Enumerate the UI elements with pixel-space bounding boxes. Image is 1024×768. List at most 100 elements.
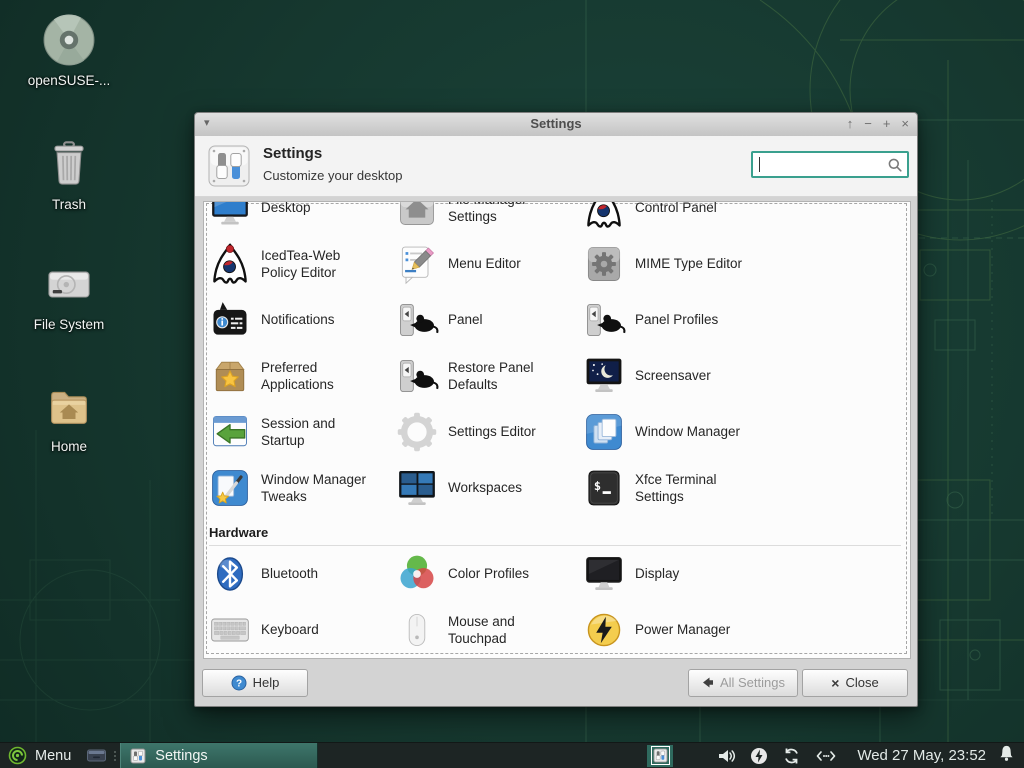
- power-manager-tray-icon[interactable]: [750, 747, 768, 765]
- settings-item-window-manager-tweaks[interactable]: Window Manager Tweaks: [204, 460, 391, 516]
- terminal-icon: [582, 466, 626, 510]
- file-manager-home-icon: [395, 201, 439, 230]
- search-icon: [888, 158, 902, 172]
- help-button[interactable]: ? Help: [202, 668, 308, 697]
- trash-can-icon: [54, 141, 84, 185]
- settings-item-panel-profiles[interactable]: Panel Profiles: [578, 292, 765, 348]
- window-title: Settings: [530, 116, 582, 131]
- hard-drive-icon: [48, 271, 90, 298]
- notifications-bell-icon[interactable]: [998, 744, 1015, 762]
- notification-bubble-icon: [208, 298, 252, 342]
- settings-item-desktop[interactable]: Desktop: [204, 201, 391, 236]
- screen: $: [0, 0, 1024, 768]
- all-settings-button[interactable]: All Settings: [687, 668, 798, 697]
- power-bolt-icon: [582, 608, 626, 652]
- opensuse-geeko-icon: [8, 746, 27, 765]
- settings-item-xfce-terminal-settings[interactable]: Xfce Terminal Settings: [578, 460, 765, 516]
- personal-settings-grid: Desktop File Manager Settings Control Pa…: [204, 201, 910, 516]
- mime-gear-icon: [582, 242, 626, 286]
- settings-item-panel[interactable]: Panel: [391, 292, 578, 348]
- file-manager-icon: [86, 749, 106, 762]
- arrow-left-icon: [702, 677, 713, 688]
- window-titlebar[interactable]: ▾ Settings ↑ − + ×: [195, 113, 917, 137]
- session-arrow-icon: [208, 410, 252, 454]
- settings-item-preferred-applications[interactable]: Preferred Applications: [204, 348, 391, 404]
- screensaver-moon-icon: [582, 354, 626, 398]
- volume-icon[interactable]: [717, 747, 736, 765]
- settings-item-keyboard[interactable]: Keyboard: [204, 602, 391, 658]
- settings-item-menu-editor[interactable]: Menu Editor: [391, 236, 578, 292]
- desktop-icon-label: Home: [50, 439, 87, 454]
- java-duke-icon: [208, 242, 252, 286]
- menu-editor-icon: [395, 242, 439, 286]
- desktop-icon-trash[interactable]: Trash: [13, 138, 125, 212]
- desktop-background: openSUSE-... Trash File System Home ▾ Se…: [0, 0, 1024, 768]
- settings-item-mouse-and-touchpad[interactable]: Mouse and Touchpad: [391, 602, 578, 658]
- color-profiles-icon: [395, 552, 439, 596]
- desktop-icon-label: openSUSE-...: [27, 73, 111, 88]
- task-button-settings[interactable]: Settings: [120, 742, 319, 768]
- settings-app-icon: [653, 748, 668, 763]
- settings-app-icon: [208, 145, 250, 187]
- settings-item-icedtea-web-policy-editor[interactable]: IcedTea-Web Policy Editor: [204, 236, 391, 292]
- system-tray: [717, 747, 837, 765]
- page-subtitle: Customize your desktop: [263, 168, 403, 183]
- workspaces-monitor-icon: [395, 466, 439, 510]
- help-question-icon: ?: [231, 675, 247, 690]
- settings-item-mime-type-editor[interactable]: MIME Type Editor: [578, 236, 765, 292]
- desktop-icon-label: File System: [33, 317, 105, 332]
- display-monitor-icon: [582, 552, 626, 596]
- settings-item-file-manager-settings[interactable]: File Manager Settings: [391, 201, 578, 236]
- settings-item-screensaver[interactable]: Screensaver: [578, 348, 765, 404]
- panel-mouse-icon: [395, 298, 439, 342]
- updates-sync-icon[interactable]: [782, 747, 801, 765]
- mouse-icon: [395, 608, 439, 652]
- bluetooth-icon: [208, 552, 252, 596]
- desktop-icon-home[interactable]: Home: [13, 380, 125, 454]
- cd-disc-icon: [43, 14, 95, 66]
- close-x-icon: ×: [831, 674, 840, 691]
- settings-item-workspaces[interactable]: Workspaces: [391, 460, 578, 516]
- window-header: Settings Customize your desktop: [195, 136, 917, 197]
- settings-window: ▾ Settings ↑ − + × Settings Customize yo…: [194, 112, 918, 707]
- task-button-label: Settings: [155, 747, 208, 764]
- window-wand-icon: [208, 466, 252, 510]
- search-input[interactable]: [757, 154, 887, 176]
- desktop-monitor-icon: [208, 201, 252, 230]
- settings-item-bluetooth[interactable]: Bluetooth: [204, 546, 391, 602]
- close-dialog-button[interactable]: × Close: [802, 668, 908, 697]
- menu-label: Menu: [35, 747, 72, 764]
- maximize-button[interactable]: +: [883, 115, 891, 133]
- minimize-button[interactable]: −: [864, 115, 872, 133]
- settings-item-power-manager[interactable]: Power Manager: [578, 602, 765, 658]
- applications-menu-button[interactable]: Menu: [0, 743, 83, 768]
- star-box-icon: [208, 354, 252, 398]
- window-stack-icon: [582, 410, 626, 454]
- close-button[interactable]: ×: [901, 115, 909, 133]
- clock[interactable]: Wed 27 May, 23:52: [857, 747, 986, 764]
- desktop-icon-label: Trash: [51, 197, 86, 212]
- dialog-footer: ? Help All Settings × Close: [195, 657, 917, 706]
- panel-mouse-icon: [582, 298, 626, 342]
- settings-item-control-panel[interactable]: Control Panel: [578, 201, 765, 236]
- workspace-pager[interactable]: [647, 744, 674, 767]
- keyboard-icon: [208, 608, 252, 652]
- settings-item-settings-editor[interactable]: Settings Editor: [391, 404, 578, 460]
- settings-item-window-manager[interactable]: Window Manager: [578, 404, 765, 460]
- settings-item-notifications[interactable]: Notifications: [204, 292, 391, 348]
- desktop-icon-opensuse[interactable]: openSUSE-...: [13, 14, 125, 88]
- settings-item-restore-panel-defaults[interactable]: Restore Panel Defaults: [391, 348, 578, 404]
- taskbar: Menu Settings Wed 27 May, 23:52: [0, 742, 1024, 768]
- svg-text:?: ?: [236, 678, 242, 689]
- desktop-icon-file-system[interactable]: File System: [13, 258, 125, 332]
- settings-item-session-and-startup[interactable]: Session and Startup: [204, 404, 391, 460]
- file-manager-launcher[interactable]: [83, 743, 109, 768]
- settings-item-color-profiles[interactable]: Color Profiles: [391, 546, 578, 602]
- panel-mouse-icon: [395, 354, 439, 398]
- settings-item-display[interactable]: Display: [578, 546, 765, 602]
- tasklist-handle[interactable]: [111, 743, 118, 768]
- java-duke-icon: [582, 201, 626, 230]
- network-icon[interactable]: [815, 747, 837, 765]
- shade-button[interactable]: ↑: [847, 115, 854, 133]
- search-box[interactable]: [751, 151, 909, 178]
